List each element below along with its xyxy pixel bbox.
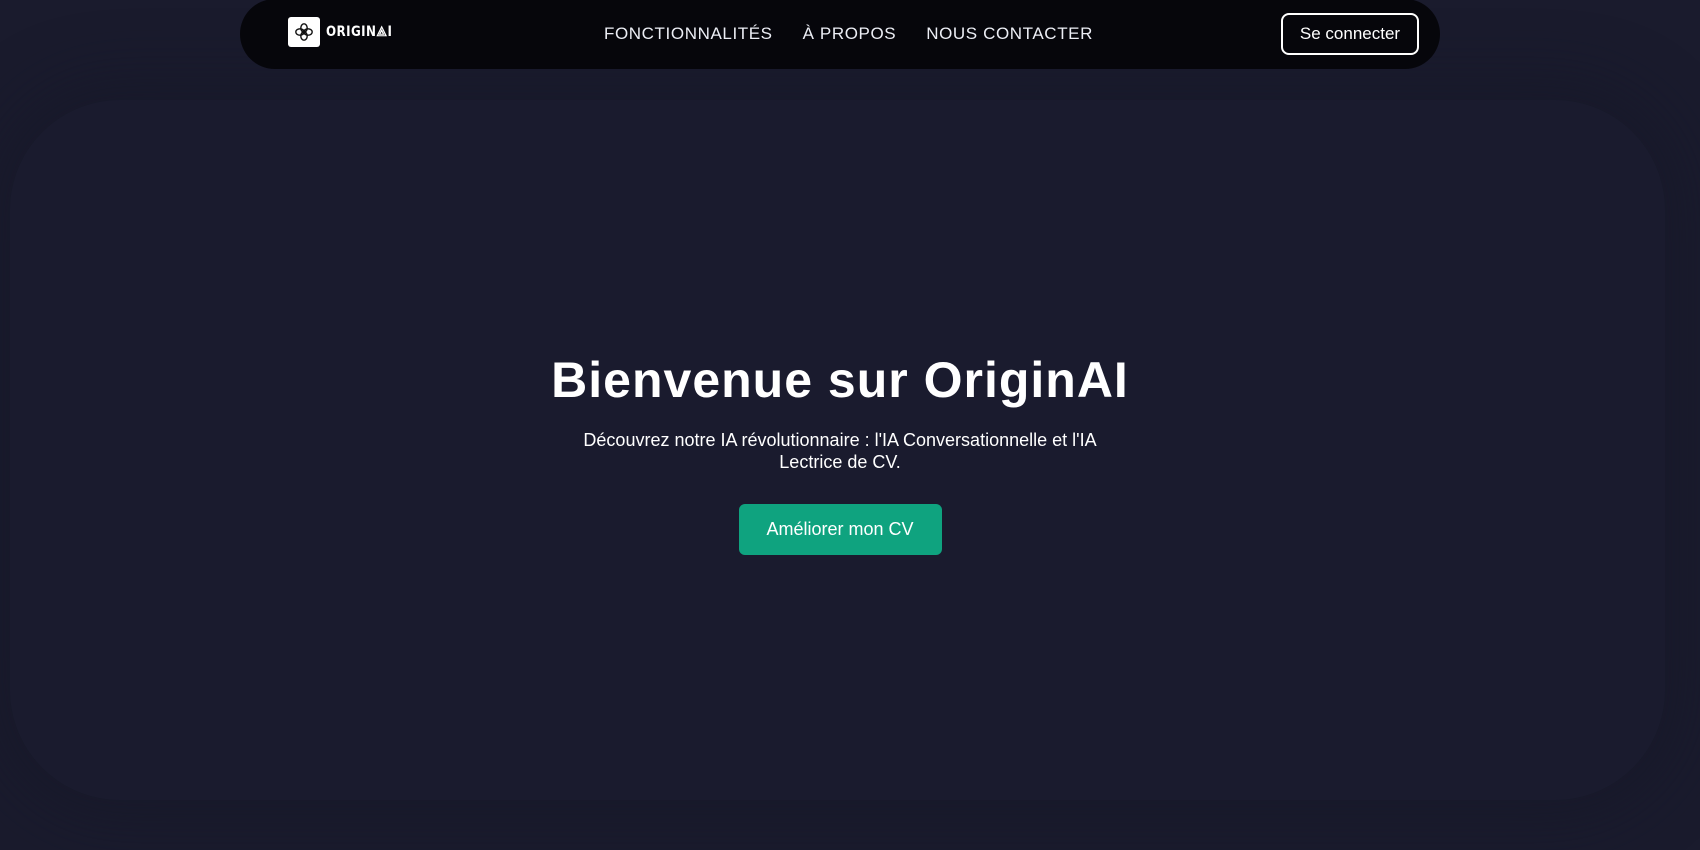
flower-knot-icon bbox=[288, 17, 320, 47]
brand-logo-link[interactable]: ORIGIN⟁I bbox=[288, 17, 404, 47]
top-navbar: ORIGIN⟁I FONCTIONNALITÉS À PROPOS NOUS C… bbox=[240, 0, 1440, 69]
login-button[interactable]: Se connecter bbox=[1281, 13, 1419, 55]
hero-subtitle: Découvrez notre IA révolutionnaire : l'I… bbox=[583, 430, 1097, 472]
hero-title: Bienvenue sur OriginAI bbox=[551, 352, 1129, 408]
improve-cv-button[interactable]: Améliorer mon CV bbox=[738, 504, 942, 555]
nav-links: FONCTIONNALITÉS À PROPOS NOUS CONTACTER bbox=[604, 0, 1123, 69]
hero-section: Bienvenue sur OriginAI Découvrez notre I… bbox=[0, 349, 1680, 555]
nav-link-about[interactable]: À PROPOS bbox=[803, 24, 897, 44]
nav-link-features[interactable]: FONCTIONNALITÉS bbox=[604, 24, 773, 44]
brand-name: ORIGIN⟁I bbox=[326, 24, 393, 40]
nav-link-contact[interactable]: NOUS CONTACTER bbox=[926, 24, 1093, 44]
